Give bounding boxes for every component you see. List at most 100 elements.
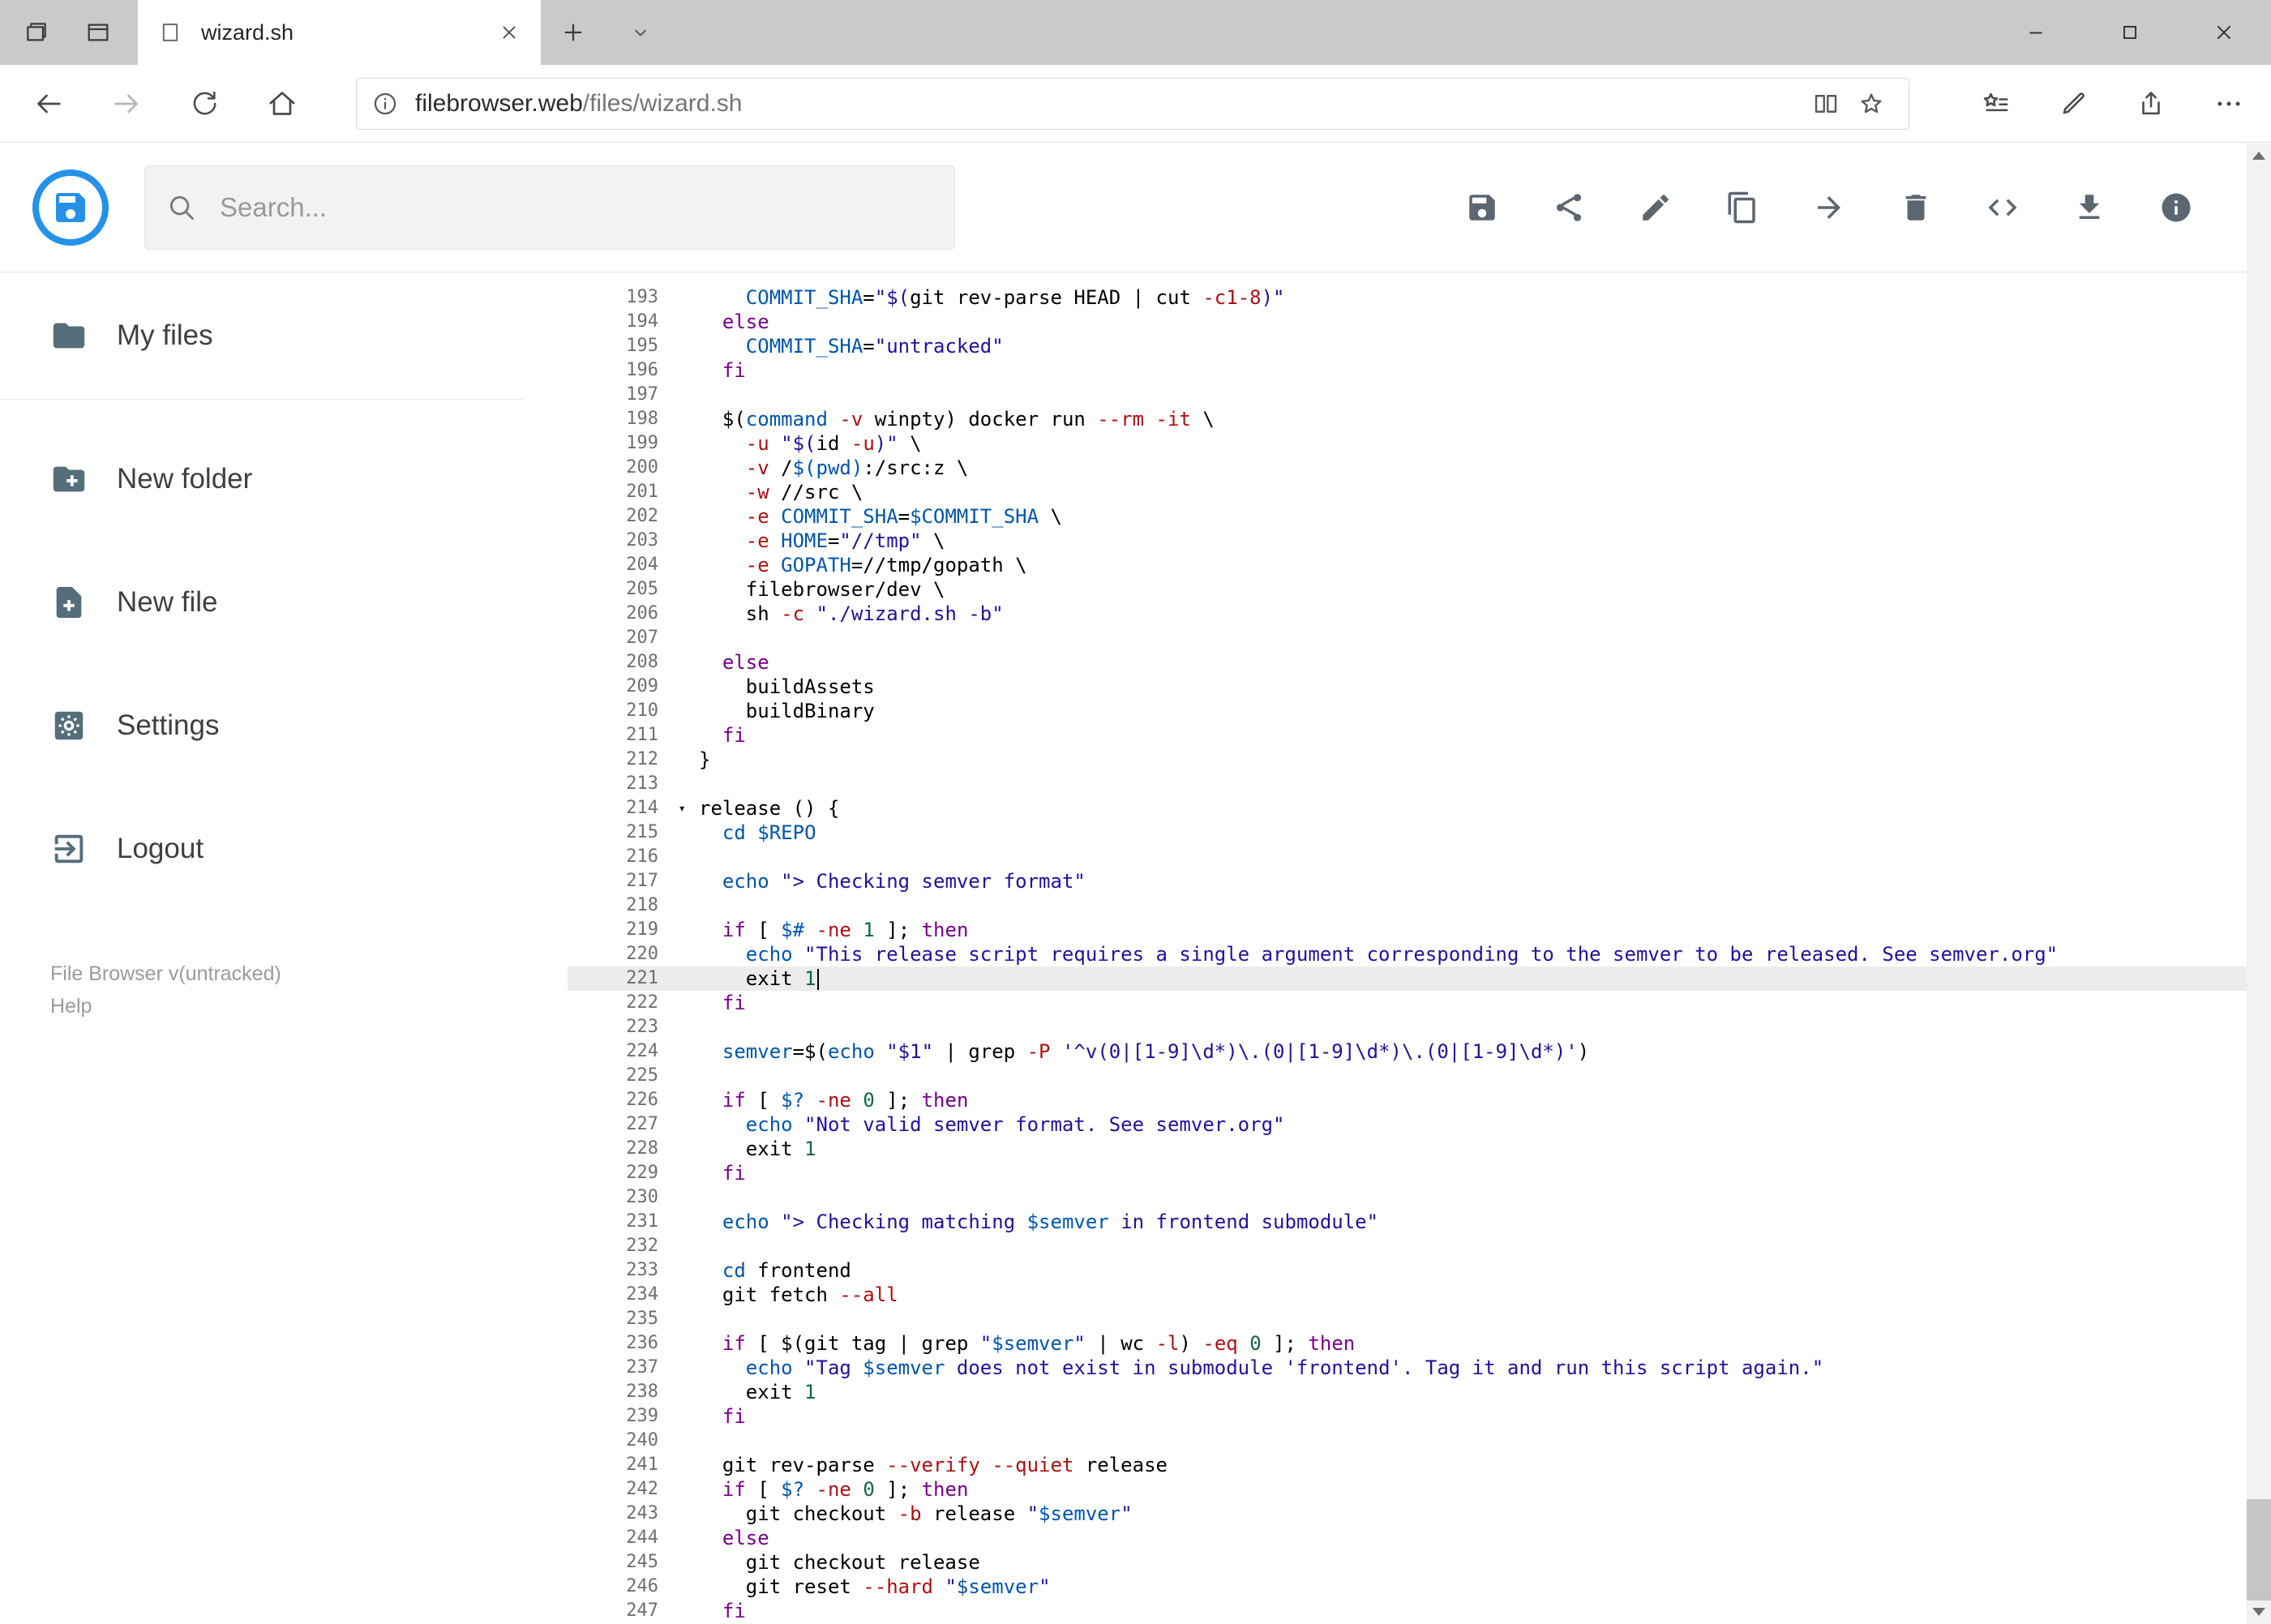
code-line[interactable]: 245 git checkout release: [568, 1550, 2247, 1575]
code-line[interactable]: 239 fi: [568, 1404, 2247, 1429]
code-line[interactable]: 202 -e COMMIT_SHA=$COMMIT_SHA \: [568, 504, 2247, 529]
code-line[interactable]: 195 COMMIT_SHA="untracked": [568, 334, 2247, 358]
forward-button[interactable]: [97, 75, 156, 133]
delete-button[interactable]: [1898, 190, 1934, 225]
web-notes-button[interactable]: [2044, 75, 2102, 133]
home-button[interactable]: [253, 75, 311, 133]
code-line[interactable]: 207: [568, 626, 2247, 650]
new-tab-button[interactable]: [545, 0, 602, 65]
raw-code-button[interactable]: [1985, 190, 2020, 225]
code-line[interactable]: 225: [568, 1064, 2247, 1088]
code-line[interactable]: 241 git rev-parse --verify --quiet relea…: [568, 1453, 2247, 1477]
code-line[interactable]: 211 fi: [568, 723, 2247, 748]
code-line[interactable]: 218: [568, 893, 2247, 918]
code-line[interactable]: 219 if [ $# -ne 1 ]; then: [568, 918, 2247, 942]
reading-view-button[interactable]: [1803, 81, 1849, 126]
code-line[interactable]: 229 fi: [568, 1161, 2247, 1185]
search-input[interactable]: [218, 191, 933, 224]
code-line[interactable]: 210 buildBinary: [568, 699, 2247, 723]
code-editor[interactable]: 193 COMMIT_SHA="$(git rev-parse HEAD | c…: [568, 272, 2247, 1624]
tabs-you-set-aside-button[interactable]: [78, 0, 118, 65]
code-line[interactable]: 212}: [568, 748, 2247, 772]
tab-list-dropdown-button[interactable]: [618, 0, 663, 65]
code-line[interactable]: 198 $(command -v winpty) docker run --rm…: [568, 407, 2247, 431]
code-line[interactable]: 208 else: [568, 650, 2247, 675]
code-line[interactable]: 209 buildAssets: [568, 675, 2247, 699]
code-line[interactable]: 222 fi: [568, 991, 2247, 1015]
code-line[interactable]: 199 -u "$(id -u)" \: [568, 431, 2247, 456]
site-info-icon[interactable]: [371, 90, 399, 118]
code-line[interactable]: 197: [568, 383, 2247, 407]
code-line[interactable]: 205 filebrowser/dev \: [568, 577, 2247, 602]
code-line[interactable]: 226 if [ $? -ne 0 ]; then: [568, 1088, 2247, 1112]
scrollbar-thumb[interactable]: [2247, 1499, 2271, 1600]
sidebar-item-my-files[interactable]: My files: [0, 292, 568, 379]
code-line[interactable]: 247 fi: [568, 1599, 2247, 1623]
code-line[interactable]: 194 else: [568, 310, 2247, 334]
code-line[interactable]: 223: [568, 1015, 2247, 1039]
add-favorite-button[interactable]: [1849, 81, 1894, 126]
code-line[interactable]: 233 cd frontend: [568, 1258, 2247, 1283]
edit-button[interactable]: [1638, 190, 1673, 225]
window-maximize-button[interactable]: [2083, 0, 2177, 65]
code-line[interactable]: 193 COMMIT_SHA="$(git rev-parse HEAD | c…: [568, 285, 2247, 310]
code-line[interactable]: 217 echo "> Checking semver format": [568, 869, 2247, 893]
set-aside-tabs-button[interactable]: [16, 0, 57, 65]
sidebar-item-new-file[interactable]: New file: [0, 559, 568, 646]
code-line[interactable]: 216: [568, 845, 2247, 869]
code-line[interactable]: 235: [568, 1307, 2247, 1331]
code-line[interactable]: 215 cd $REPO: [568, 821, 2247, 845]
code-line[interactable]: 243 git checkout -b release "$semver": [568, 1502, 2247, 1526]
vertical-scrollbar[interactable]: [2247, 144, 2271, 1624]
sidebar-item-new-folder[interactable]: New folder: [0, 435, 568, 523]
code-line[interactable]: 206 sh -c "./wizard.sh -b": [568, 602, 2247, 626]
sidebar-item-logout[interactable]: Logout: [0, 805, 568, 893]
code-line[interactable]: 201 -w //src \: [568, 480, 2247, 504]
code-line[interactable]: 196 fi: [568, 358, 2247, 383]
favorites-hub-button[interactable]: [1966, 75, 2025, 133]
back-button[interactable]: [19, 75, 78, 133]
address-bar[interactable]: filebrowser.web/files/wizard.sh: [356, 77, 1909, 130]
share-button[interactable]: [1551, 190, 1587, 225]
code-line[interactable]: 242 if [ $? -ne 0 ]; then: [568, 1477, 2247, 1502]
code-line[interactable]: 230: [568, 1185, 2247, 1210]
search-box[interactable]: [144, 165, 955, 250]
code-line[interactable]: 232: [568, 1234, 2247, 1258]
code-line[interactable]: 220 echo "This release script requires a…: [568, 942, 2247, 966]
code-line[interactable]: 231 echo "> Checking matching $semver in…: [568, 1210, 2247, 1234]
settings-more-button[interactable]: [2200, 75, 2258, 133]
scroll-down-button[interactable]: [2247, 1600, 2271, 1624]
code-line[interactable]: 204 -e GOPATH=//tmp/gopath \: [568, 553, 2247, 577]
code-line[interactable]: 244 else: [568, 1526, 2247, 1550]
help-link[interactable]: Help: [50, 990, 281, 1022]
code-line[interactable]: 200 -v /$(pwd):/src:z \: [568, 456, 2247, 480]
save-button[interactable]: [1464, 190, 1500, 225]
code-line[interactable]: 224 semver=$(echo "$1" | grep -P '^v(0|[…: [568, 1039, 2247, 1064]
code-line[interactable]: 228 exit 1: [568, 1137, 2247, 1161]
code-line[interactable]: 203 -e HOME="//tmp" \: [568, 529, 2247, 553]
scroll-up-button[interactable]: [2247, 144, 2271, 168]
refresh-button[interactable]: [175, 75, 234, 133]
code-line[interactable]: 214 ▾ release () {: [568, 796, 2247, 821]
window-minimize-button[interactable]: [1989, 0, 2083, 65]
code-line[interactable]: 234 git fetch --all: [568, 1283, 2247, 1307]
filebrowser-logo[interactable]: [32, 169, 109, 246]
share-page-button[interactable]: [2122, 75, 2180, 133]
browser-tab-wizard-sh[interactable]: wizard.sh: [138, 0, 541, 65]
fold-marker-icon[interactable]: ▾: [678, 797, 686, 820]
copy-button[interactable]: [1725, 190, 1760, 225]
code-line[interactable]: 237 echo "Tag $semver does not exist in …: [568, 1356, 2247, 1380]
sidebar-item-settings[interactable]: Settings: [0, 682, 568, 769]
code-line[interactable]: 236 if [ $(git tag | grep "$semver" | wc…: [568, 1331, 2247, 1356]
code-line[interactable]: 246 git reset --hard "$semver": [568, 1575, 2247, 1599]
move-button[interactable]: [1811, 190, 1847, 225]
code-line[interactable]: 240: [568, 1429, 2247, 1453]
download-button[interactable]: [2072, 190, 2107, 225]
code-line[interactable]: 238 exit 1: [568, 1380, 2247, 1404]
code-line[interactable]: 227 echo "Not valid semver format. See s…: [568, 1112, 2247, 1137]
code-line[interactable]: 221 exit 1: [568, 966, 2247, 991]
window-close-button[interactable]: [2177, 0, 2271, 65]
info-button[interactable]: [2158, 190, 2194, 225]
code-line[interactable]: 213: [568, 772, 2247, 796]
tab-close-icon[interactable]: [499, 22, 520, 43]
